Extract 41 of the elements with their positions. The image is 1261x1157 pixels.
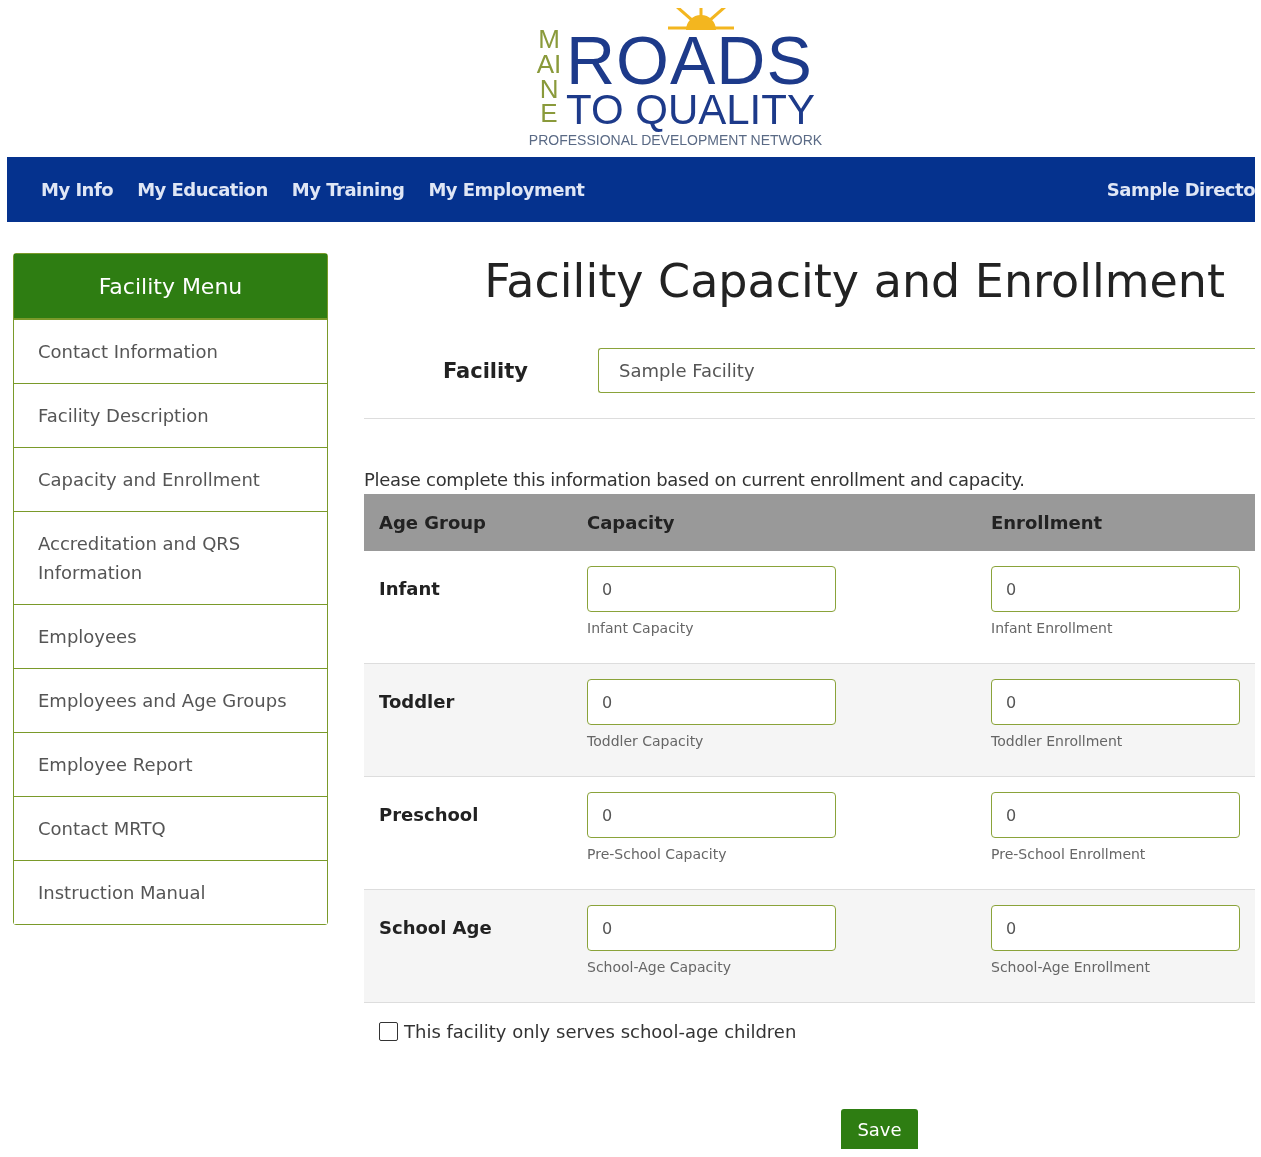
- facility-field[interactable]: Sample Facility: [598, 348, 1255, 393]
- field-hint: School-Age Enrollment: [991, 959, 1150, 975]
- checkbox[interactable]: [379, 1022, 398, 1041]
- field-hint: Pre-School Enrollment: [991, 846, 1146, 862]
- capacity-field[interactable]: 0: [587, 905, 836, 951]
- logo-tagline: PROFESSIONAL DEVELOPMENT NETWORK: [528, 132, 823, 148]
- enrollment-field[interactable]: 0: [991, 792, 1240, 838]
- menu-header: Facility Menu: [14, 254, 327, 320]
- enrollment-field[interactable]: 0: [991, 566, 1240, 612]
- save-button[interactable]: Save: [841, 1109, 918, 1149]
- column-header: Age Group: [379, 512, 487, 533]
- capacity-field[interactable]: 0: [587, 792, 836, 838]
- age-group-label: Infant: [379, 577, 441, 599]
- enrollment-field[interactable]: 0: [991, 679, 1240, 725]
- nav-link[interactable]: My Education: [137, 179, 268, 200]
- field-hint: Toddler Capacity: [587, 733, 704, 749]
- nav-link[interactable]: My Training: [291, 179, 405, 200]
- field-hint: Pre-School Capacity: [587, 846, 727, 862]
- user-menu-link[interactable]: Sample Directo: [1106, 179, 1255, 200]
- logo-subtitle: TO QUALITY: [566, 90, 815, 130]
- capacity-field[interactable]: 0: [587, 679, 836, 725]
- instructions: Please complete this information based on current enrollment and capacity.: [364, 469, 1026, 490]
- capacity-field[interactable]: 0: [587, 566, 836, 612]
- age-group-label: Preschool: [379, 803, 480, 825]
- sun-icon: [666, 8, 736, 30]
- field-hint: Toddler Enrollment: [991, 733, 1123, 749]
- checkbox-label: This facility only serves school-age children: [404, 1021, 797, 1042]
- age-group-label: Toddler: [379, 690, 456, 712]
- column-header: Enrollment: [991, 512, 1104, 533]
- nav-link[interactable]: My Info: [41, 179, 114, 200]
- logo-side-word: MAINE: [536, 27, 562, 126]
- logo-title: ROADS: [566, 30, 813, 90]
- field-label: Facility: [441, 358, 529, 383]
- field-hint: School-Age Capacity: [587, 959, 731, 975]
- page-title: Facility Capacity and Enrollment: [483, 253, 1226, 309]
- field-hint: Infant Enrollment: [991, 620, 1113, 636]
- age-group-label: School Age: [379, 916, 493, 938]
- column-header: Capacity: [587, 512, 676, 533]
- enrollment-field[interactable]: 0: [991, 905, 1240, 951]
- nav-link[interactable]: My Employment: [428, 179, 585, 200]
- field-hint: Infant Capacity: [587, 620, 694, 636]
